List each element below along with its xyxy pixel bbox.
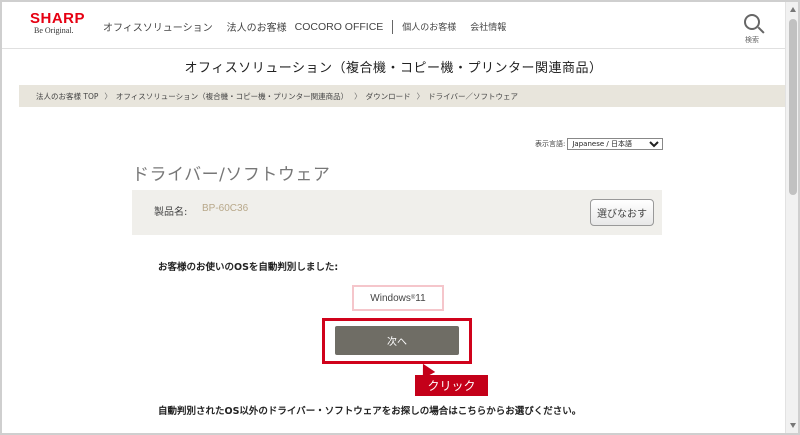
browser-frame: SHARP Be Original. オフィスソリューション 法人のお客様 CO… bbox=[0, 0, 800, 435]
breadcrumb: 法人のお客様 TOP 〉 オフィスソリューション（複合機・コピー機・プリンター関… bbox=[19, 85, 785, 107]
language-select[interactable]: Japanese / 日本語 bbox=[567, 138, 664, 150]
nav-item-office-solutions[interactable]: オフィスソリューション bbox=[103, 19, 213, 34]
other-os-message: 自動判別されたOS以外のドライバー・ソフトウェアをお探しの場合はこちらからお選び… bbox=[158, 406, 582, 417]
vertical-scrollbar[interactable] bbox=[785, 2, 798, 433]
breadcrumb-item-business-top[interactable]: 法人のお客様 TOP bbox=[36, 91, 98, 102]
chevron-right-icon: 〉 bbox=[104, 91, 112, 101]
nav-item-personal[interactable]: 個人のお客様 bbox=[402, 20, 456, 33]
os-version: 11 bbox=[415, 292, 426, 304]
search-label: 検索 bbox=[745, 36, 759, 44]
scroll-down-arrow-icon[interactable] bbox=[790, 423, 796, 428]
language-label: 表示言語: bbox=[535, 140, 566, 148]
logo-text: SHARP bbox=[30, 10, 86, 27]
product-label: 製品名: bbox=[154, 207, 188, 218]
page-title: ドライバー/ソフトウェア bbox=[132, 165, 331, 185]
breadcrumb-item-download[interactable]: ダウンロード bbox=[366, 91, 411, 102]
os-name: Windows bbox=[370, 292, 411, 304]
breadcrumb-item-driver-software: ドライバー／ソフトウェア bbox=[428, 91, 518, 101]
reselect-button[interactable]: 選びなおす bbox=[590, 199, 654, 226]
next-button[interactable]: 次へ bbox=[335, 326, 459, 355]
nav-item-cocoro-office[interactable]: COCORO OFFICE bbox=[295, 21, 384, 33]
product-value: BP-60C36 bbox=[202, 203, 249, 214]
language-selector: 表示言語: Japanese / 日本語 bbox=[535, 138, 664, 150]
search-icon bbox=[744, 14, 760, 30]
chevron-right-icon: 〉 bbox=[416, 91, 425, 101]
site-header: SHARP Be Original. オフィスソリューション 法人のお客様 CO… bbox=[2, 2, 785, 48]
chevron-right-icon: 〉 bbox=[354, 91, 362, 101]
header-divider bbox=[2, 48, 785, 49]
breadcrumb-item-office-solutions[interactable]: オフィスソリューション（複合機・コピー機・プリンター関連商品） bbox=[116, 91, 348, 102]
nav-item-company-info[interactable]: 会社情報 bbox=[470, 20, 506, 33]
global-nav: オフィスソリューション 法人のお客様 COCORO OFFICE 個人のお客様 … bbox=[103, 19, 520, 34]
nav-item-business[interactable]: 法人のお客様 bbox=[227, 19, 287, 34]
sharp-logo[interactable]: SHARP Be Original. bbox=[30, 10, 90, 35]
search-button[interactable]: 検索 bbox=[738, 14, 766, 45]
category-title: オフィスソリューション（複合機・コピー機・プリンター関連商品） bbox=[184, 61, 603, 76]
product-box: 製品名: BP-60C36 選びなおす bbox=[132, 190, 662, 235]
scroll-up-arrow-icon[interactable] bbox=[790, 7, 796, 12]
page: SHARP Be Original. オフィスソリューション 法人のお客様 CO… bbox=[2, 2, 785, 433]
nav-divider bbox=[392, 19, 394, 34]
click-callout: クリック bbox=[415, 375, 488, 396]
scroll-thumb[interactable] bbox=[789, 19, 797, 195]
detected-os-box: Windows ® 11 bbox=[352, 285, 444, 311]
os-detect-message: お客様のお使いのOSを自動判別しました: bbox=[158, 262, 339, 273]
logo-tagline: Be Original. bbox=[34, 26, 74, 35]
